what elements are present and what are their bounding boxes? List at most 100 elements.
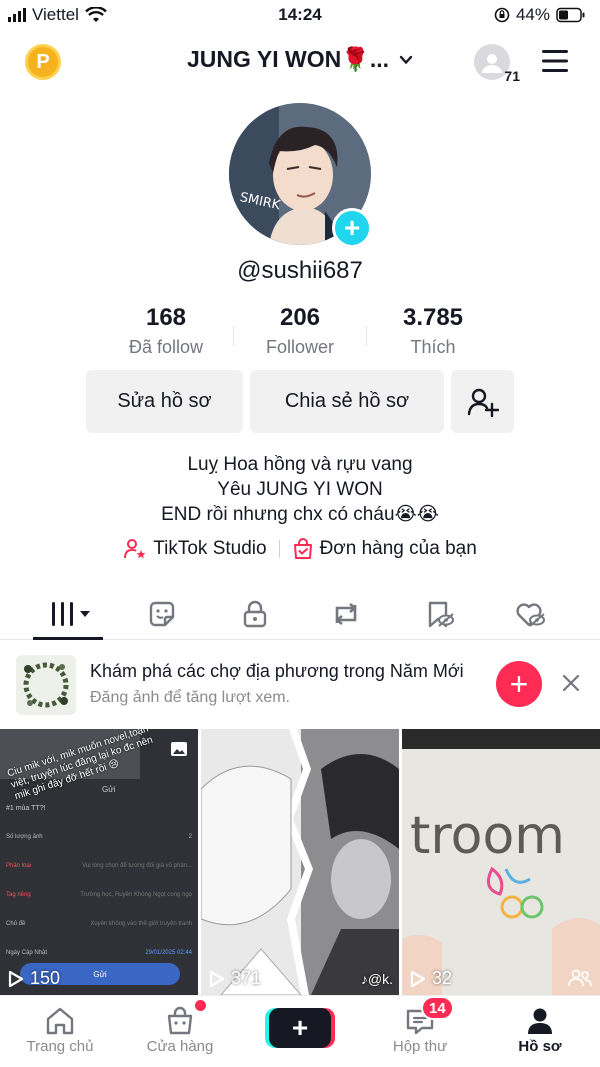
view-count: 150 <box>8 968 60 989</box>
orders-label: Đơn hàng của bạn <box>319 538 477 559</box>
repost-icon <box>335 602 357 626</box>
image-icon <box>171 742 187 756</box>
create-plus-icon: + <box>291 1012 309 1043</box>
form-row-value: Xuyên không vào thế giới truyện tranh <box>90 921 192 927</box>
sticker-icon <box>149 601 175 627</box>
video-watermark: ♪@k. <box>360 971 393 987</box>
video-thumbnail[interactable]: troom 32 <box>402 729 600 995</box>
following-count: 168 <box>145 304 187 331</box>
content-tabs <box>0 588 600 640</box>
nav-shop-label: Cửa hàng <box>146 1038 214 1055</box>
view-count-value: 371 <box>231 968 262 988</box>
form-rows: Số lượng ảnh 2 Phân loại Vui lòng chọn để … <box>6 823 192 968</box>
chevron-down-icon <box>399 55 413 64</box>
stat-likes[interactable]: 3.785 Thích <box>363 304 503 358</box>
view-count: 371 <box>209 968 261 989</box>
play-icon <box>209 970 225 987</box>
orientation-lock-icon <box>494 7 510 23</box>
form-row-label: Số lượng ảnh <box>6 834 43 840</box>
bio-line: Luỵ Hoa hồng và rựu vang <box>187 454 413 475</box>
followers-label: Follower <box>265 337 335 357</box>
play-icon <box>410 970 426 987</box>
promo-add-button[interactable]: + <box>496 661 542 707</box>
view-count-value: 150 <box>30 968 61 988</box>
nav-home[interactable]: Trang chủ <box>10 1004 110 1055</box>
nav-shop[interactable]: Cửa hàng <box>130 1004 230 1055</box>
troom-art: troom <box>402 729 600 995</box>
active-tab-indicator <box>33 637 103 640</box>
battery-label: 44% <box>515 5 550 24</box>
video-grid: Ciu mik với, mik muốn novel,toạn việt, t… <box>0 729 600 995</box>
view-count: 32 <box>410 968 452 989</box>
shopping-bag-icon <box>293 538 312 559</box>
video-thumbnail[interactable]: Ciu mik với, mik muốn novel,toạn việt, t… <box>0 729 198 995</box>
tiktok-studio-link[interactable]: TikTok Studio <box>123 538 267 560</box>
edit-profile-button[interactable]: Sửa hồ sơ <box>86 370 243 433</box>
shop-notification-dot <box>195 1000 206 1011</box>
form-send-header: Gửi <box>102 785 116 794</box>
profile-links: TikTok Studio Đơn hàng của bạn <box>0 538 600 560</box>
promo-banner[interactable]: Khám phá các chợ địa phương trong Năm Mớ… <box>0 641 600 729</box>
promo-title: Khám phá các chợ địa phương trong Năm Mớ… <box>90 661 464 681</box>
tab-liked[interactable] <box>512 596 548 632</box>
troom-text: troom <box>410 806 565 866</box>
nav-inbox-label: Hộp thư <box>392 1038 448 1055</box>
inbox-badge: 14 <box>421 996 454 1020</box>
stat-following[interactable]: 168 Đã follow <box>96 304 236 358</box>
bio: Luỵ Hoa hồng và rựu vang Yêu JUNG YI WON… <box>0 452 600 527</box>
friends-avatar-button[interactable]: 71 <box>474 44 520 84</box>
form-row-label: Phân loại <box>6 863 32 869</box>
add-story-plus-icon[interactable]: + <box>332 208 372 248</box>
add-friend-button[interactable] <box>451 370 514 433</box>
manga-art <box>201 729 399 995</box>
user-silhouette-icon <box>482 54 502 73</box>
watermark-handle: @k. <box>367 971 393 987</box>
bio-line: END rồi nhưng chx có cháu😭😭 <box>161 504 439 525</box>
studio-person-icon <box>124 539 146 559</box>
tab-reposts[interactable] <box>328 596 364 632</box>
form-row-value: Vui lòng chọn để tương đối giá vỏ phân..… <box>82 863 192 869</box>
grid-icon <box>52 602 90 626</box>
bio-line: Yêu JUNG YI WON <box>217 479 383 500</box>
share-profile-button[interactable]: Chia sẻ hồ sơ <box>250 370 444 433</box>
form-row-label: Chủ đề <box>6 921 26 927</box>
stat-followers[interactable]: 206 Follower <box>230 304 370 358</box>
nav-home-label: Trang chủ <box>26 1038 94 1055</box>
link-separator <box>278 540 280 558</box>
play-icon <box>8 970 24 987</box>
nav-inbox[interactable]: Hộp thư <box>370 1004 470 1055</box>
form-row-value: 2 <box>188 834 192 840</box>
status-right: 44% <box>494 5 586 25</box>
tab-private[interactable] <box>237 596 273 632</box>
form-row-value: Trường học, Ruyền Không Ngọt cong ngọ <box>80 892 192 898</box>
view-count-value: 32 <box>432 968 453 988</box>
hamburger-menu-icon[interactable] <box>540 48 570 74</box>
shop-icon <box>167 1006 193 1035</box>
tab-favorites[interactable] <box>422 596 458 632</box>
promo-thumbnail <box>16 655 76 715</box>
account-switcher[interactable]: JUNG YI WON🌹... <box>187 46 413 73</box>
home-icon <box>46 1007 74 1035</box>
tab-stickers[interactable] <box>144 596 180 632</box>
followers-count: 206 <box>279 304 321 331</box>
video-thumbnail[interactable]: ♪@k. 371 <box>201 729 399 995</box>
form-tag: #1 mùa TT?! <box>6 805 46 812</box>
collaborators-icon <box>568 969 592 987</box>
likes-label: Thích <box>410 337 456 357</box>
likes-count: 3.785 <box>402 304 464 331</box>
tab-videos[interactable] <box>48 596 96 632</box>
orders-link[interactable]: Đơn hàng của bạn <box>292 538 477 560</box>
nav-profile[interactable]: Hồ sơ <box>490 1004 590 1055</box>
form-row-label: Tag riêng <box>6 892 31 898</box>
add-user-icon <box>467 388 499 417</box>
status-bar: Viettel 14:24 44% <box>0 0 600 32</box>
close-icon[interactable] <box>560 672 582 694</box>
nav-profile-label: Hồ sơ <box>518 1038 562 1055</box>
account-name: JUNG YI WON🌹... <box>187 46 390 72</box>
heart-hidden-icon <box>516 603 545 627</box>
create-button[interactable]: + <box>269 1008 331 1048</box>
coin-icon[interactable]: P <box>25 44 61 80</box>
lock-icon <box>243 600 267 628</box>
username: @sushii687 <box>237 257 363 284</box>
following-label: Đã follow <box>128 337 204 357</box>
